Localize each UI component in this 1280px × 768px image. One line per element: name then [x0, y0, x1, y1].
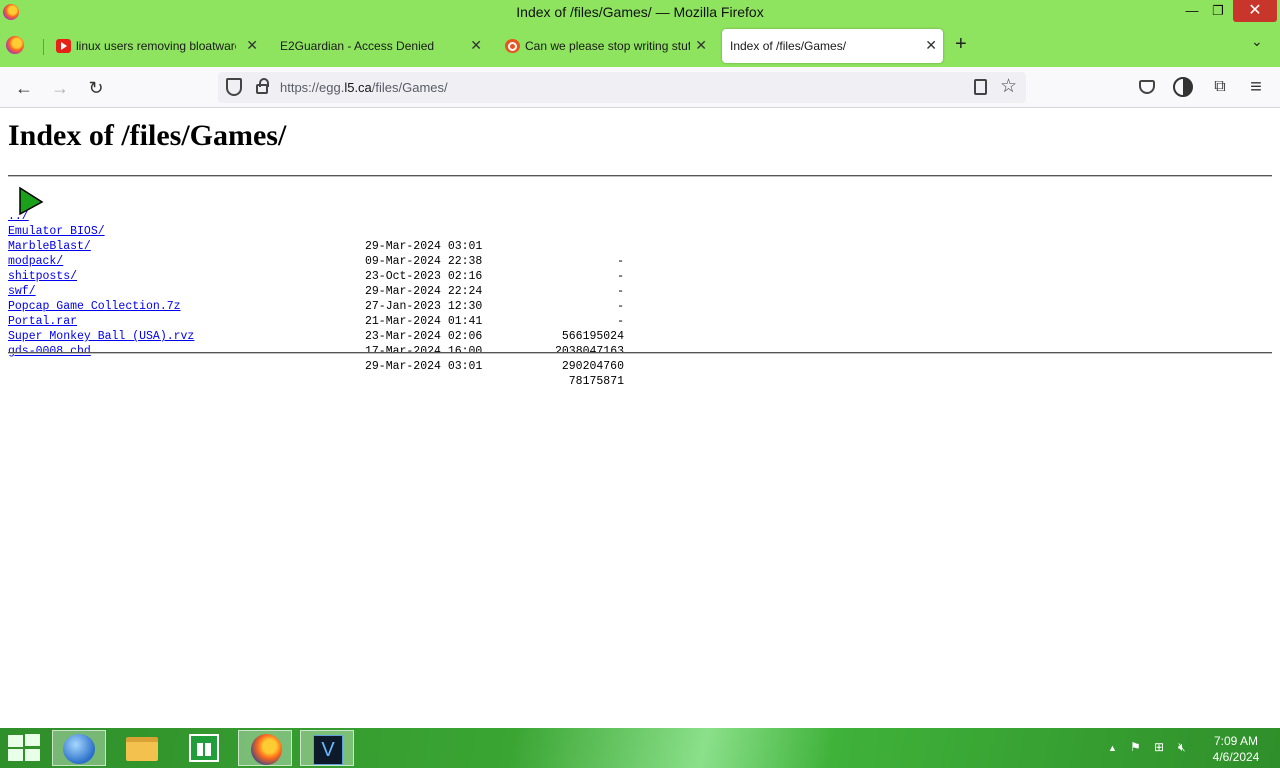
- store-icon: [189, 734, 219, 762]
- file-date: 21-Mar-2024 01:41: [365, 315, 483, 328]
- file-date: 29-Mar-2024 22:24: [365, 285, 483, 298]
- file-date: 29-Mar-2024 03:01: [365, 360, 483, 373]
- bookmark-star-icon[interactable]: ☆: [1000, 75, 1017, 98]
- list-item: swf/ 27-Jan-2023 12:30 -: [8, 269, 624, 328]
- reload-button[interactable]: ↻: [83, 75, 109, 101]
- bottom-divider: [8, 352, 1272, 354]
- top-divider: [8, 175, 1272, 177]
- tab-label: Can we please stop writing stuff: [525, 39, 690, 53]
- taskbar-app-browser[interactable]: [52, 730, 106, 766]
- minimize-button[interactable]: —: [1180, 0, 1204, 22]
- url-bar[interactable]: https://egg.l5.ca/files/Games/ ☆: [218, 72, 1026, 103]
- file-size: 290204760: [561, 360, 624, 373]
- tab-label: E2Guardian - Access Denied: [280, 39, 435, 53]
- volume-muted-icon[interactable]: 🔇︎: [1178, 740, 1186, 755]
- page-content: Index of /files/Games/ ../ Emulator BIOS…: [8, 108, 1272, 388]
- tab-separator: [43, 39, 44, 55]
- window-titlebar: Index of /files/Games/ — Mozilla Firefox…: [0, 0, 1280, 25]
- network-icon[interactable]: ⊞: [1154, 740, 1164, 754]
- file-size: -: [617, 300, 624, 313]
- file-explorer-icon: [126, 737, 158, 761]
- taskbar-app-file-explorer[interactable]: [114, 730, 168, 766]
- file-size: 566195024: [561, 330, 624, 343]
- ubuntu-icon: [505, 39, 520, 53]
- reader-view-icon[interactable]: [974, 79, 987, 95]
- file-date: 23-Oct-2023 02:16: [365, 270, 483, 283]
- page-heading: Index of /files/Games/: [8, 119, 287, 152]
- list-item: Super Monkey Ball (USA).rvz 17-Mar-2024 …: [8, 314, 624, 373]
- app-menu-icon[interactable]: ≡: [1245, 76, 1267, 98]
- file-size: 78175871: [568, 375, 624, 388]
- youtube-icon: [56, 39, 71, 53]
- forward-button[interactable]: →: [47, 75, 73, 101]
- file-date: 29-Mar-2024 03:01: [365, 240, 483, 253]
- tab-index-games[interactable]: Index of /files/Games/ ✕: [722, 29, 943, 63]
- mouse-cursor-icon: [19, 186, 44, 216]
- tab-label: Index of /files/Games/: [730, 39, 847, 53]
- taskbar-app-firefox[interactable]: [238, 730, 292, 766]
- clock-time: 7:09 AM: [1213, 734, 1259, 748]
- firefox-view-icon[interactable]: [6, 36, 24, 54]
- taskbar: V ▲ ⚑ ⊞ 🔇︎ 7:09 AM 4/6/2024: [0, 728, 1280, 768]
- tab-strip: linux users removing bloatware ✕ E2Guard…: [0, 25, 1280, 67]
- tracking-protection-shield-icon[interactable]: [226, 78, 242, 96]
- taskbar-app-v[interactable]: V: [300, 730, 354, 766]
- clock-date: 4/6/2024: [1212, 750, 1260, 764]
- list-item: gds-0008.chd 29-Mar-2024 03:01 78175871: [8, 329, 624, 388]
- file-size: -: [617, 315, 624, 328]
- v-app-icon: V: [313, 735, 343, 765]
- list-item: Portal.rar 23-Mar-2024 02:06 2038047163: [8, 299, 624, 358]
- file-date: 27-Jan-2023 12:30: [365, 300, 483, 313]
- window-title: Index of /files/Games/ — Mozilla Firefox: [516, 4, 764, 20]
- list-item: modpack/ 23-Oct-2023 02:16 -: [8, 239, 624, 298]
- tab-close-icon[interactable]: ✕: [695, 37, 707, 54]
- list-item: MarbleBlast/ 09-Mar-2024 22:38 -: [8, 224, 624, 283]
- tab-youtube[interactable]: linux users removing bloatware ✕: [54, 29, 264, 63]
- list-item: Popcap Game Collection.7z 21-Mar-2024 01…: [8, 284, 624, 343]
- system-clock[interactable]: 7:09 AM 4/6/2024: [1206, 733, 1266, 765]
- taskbar-app-store[interactable]: [176, 730, 230, 766]
- pocket-icon[interactable]: [1139, 80, 1155, 94]
- file-size: -: [617, 285, 624, 298]
- close-window-button[interactable]: ✕: [1233, 0, 1277, 22]
- maximize-button[interactable]: ❐: [1206, 0, 1230, 22]
- tab-label: linux users removing bloatware: [76, 39, 236, 53]
- lock-icon[interactable]: [256, 78, 269, 94]
- extensions-icon[interactable]: ⧉: [1209, 76, 1231, 98]
- start-button[interactable]: [8, 734, 42, 762]
- account-icon[interactable]: [1173, 77, 1193, 97]
- navigation-toolbar: ← → ↻ https://egg.l5.ca/files/Games/ ☆ ⧉…: [0, 67, 1280, 108]
- file-date: 09-Mar-2024 22:38: [365, 255, 483, 268]
- globe-icon: [63, 734, 95, 764]
- windows-logo-icon: [8, 735, 23, 747]
- list-all-tabs-button[interactable]: ⌄: [1251, 33, 1263, 50]
- tab-close-icon[interactable]: ✕: [246, 37, 258, 54]
- back-button[interactable]: ←: [11, 75, 37, 101]
- action-center-flag-icon[interactable]: ⚑: [1130, 740, 1141, 754]
- tab-close-icon[interactable]: ✕: [925, 37, 937, 54]
- file-size: -: [617, 255, 624, 268]
- tab-close-icon[interactable]: ✕: [470, 37, 482, 54]
- show-hidden-icons-button[interactable]: ▲: [1108, 743, 1117, 753]
- list-item: shitposts/ 29-Mar-2024 22:24 -: [8, 254, 624, 313]
- file-date: 23-Mar-2024 02:06: [365, 330, 483, 343]
- firefox-icon: [251, 734, 282, 765]
- new-tab-button[interactable]: +: [955, 33, 967, 56]
- tab-e2guardian[interactable]: E2Guardian - Access Denied ✕: [258, 29, 488, 63]
- tab-ubuntu-discourse[interactable]: Can we please stop writing stuff ✕: [503, 29, 713, 63]
- file-size: -: [617, 270, 624, 283]
- url-text[interactable]: https://egg.l5.ca/files/Games/: [280, 80, 448, 95]
